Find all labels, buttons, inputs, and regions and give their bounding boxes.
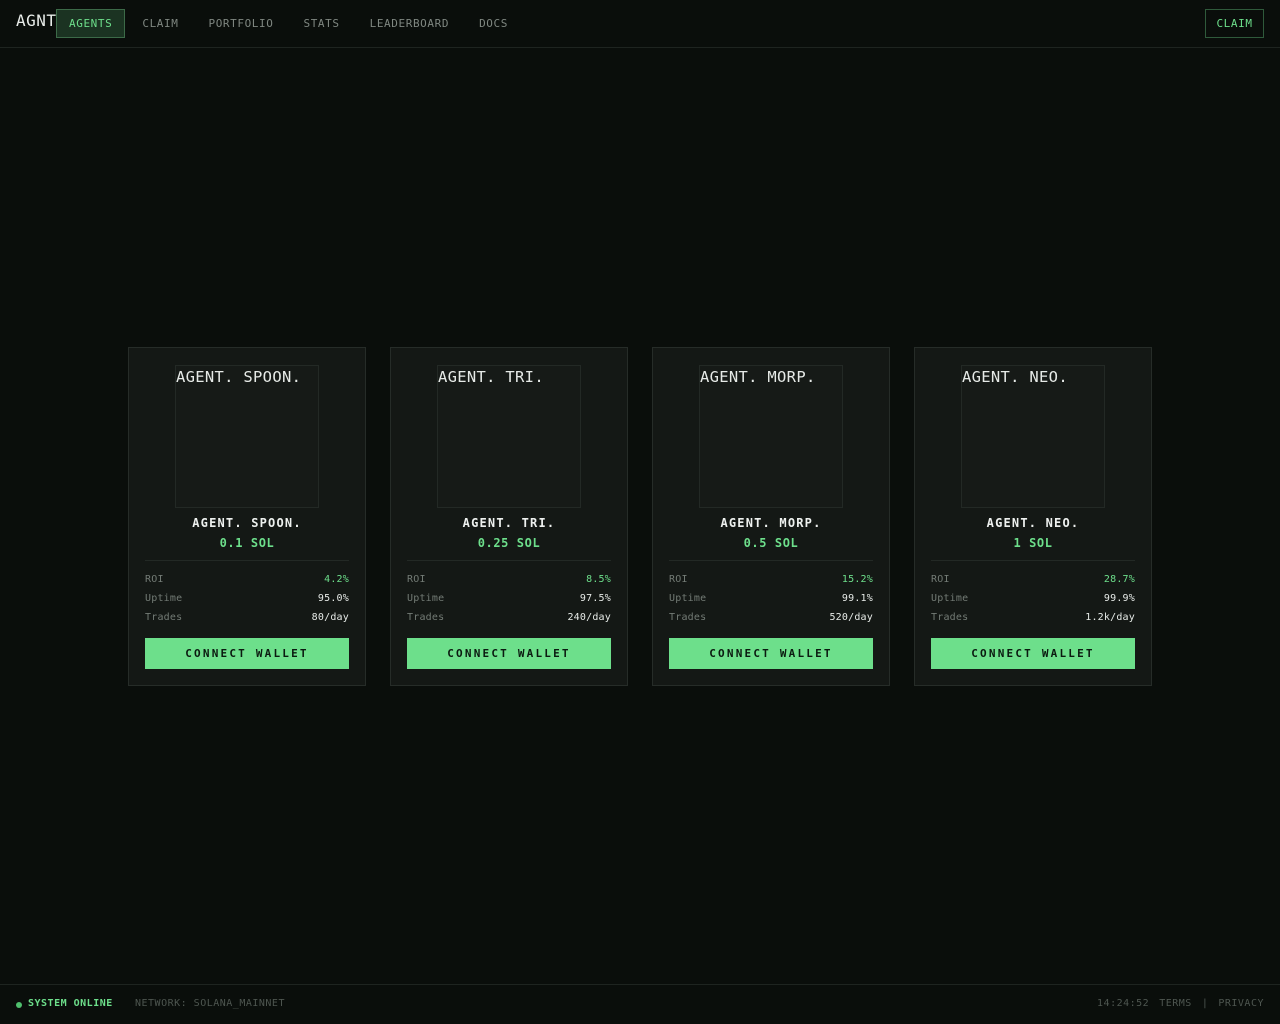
clock: 14:24:52 [1097,998,1150,1009]
header-claim-button[interactable]: CLAIM [1205,9,1264,38]
agent-avatar-label: AGENT. SPOON. [176,368,302,386]
stat-label: ROI [931,574,950,585]
stat-label: Trades [407,612,445,623]
stat-label: Uptime [145,593,183,604]
stat-value: 520/day [829,612,873,623]
agent-card-tri: AGENT. TRI. AGENT. TRI. 0.25 SOL ROI 8.5… [390,347,628,686]
agent-name: AGENT. NEO. [986,516,1080,530]
footer-separator: | [1201,998,1209,1009]
stat-row-roi: ROI 8.5% [407,574,611,593]
stat-value: 240/day [567,612,611,623]
agent-name: AGENT. SPOON. [192,516,302,530]
connect-wallet-button[interactable]: CONNECT WALLET [931,638,1135,669]
footer-right: 14:24:52 TERMS | PRIVACY [1087,998,1264,1009]
system-status: SYSTEM ONLINE [28,998,113,1009]
nav-tab-agents[interactable]: AGENTS [56,9,126,38]
agent-avatar-label: AGENT. NEO. [962,368,1068,386]
nav-tab-leaderboard[interactable]: LEADERBOARD [357,9,462,38]
privacy-link[interactable]: PRIVACY [1218,998,1264,1009]
stat-value: 28.7% [1103,574,1135,585]
agent-name: AGENT. TRI. [462,516,556,530]
logo[interactable]: AGNT [16,11,57,30]
agent-card-neo: AGENT. NEO. AGENT. NEO. 1 SOL ROI 28.7% … [914,347,1152,686]
connect-wallet-button[interactable]: CONNECT WALLET [669,638,873,669]
agent-card-spoon: AGENT. SPOON. AGENT. SPOON. 0.1 SOL ROI … [128,347,366,686]
agent-avatar: AGENT. TRI. [437,365,581,508]
stat-row-trades: Trades 1.2k/day [931,612,1135,631]
agent-stats: ROI 4.2% Uptime 95.0% Trades 80/day [145,574,349,631]
nav-tab-claim[interactable]: CLAIM [129,9,191,38]
stat-row-uptime: Uptime 97.5% [407,593,611,612]
stat-row-trades: Trades 520/day [669,612,873,631]
stat-value: 8.5% [586,574,611,585]
agent-avatar-label: AGENT. MORP. [700,368,816,386]
stat-label: ROI [669,574,688,585]
agent-price: 0.5 SOL [743,536,799,550]
stat-label: Uptime [407,593,445,604]
agent-price: 1 SOL [1013,536,1053,550]
stat-label: Trades [669,612,707,623]
stat-label: Uptime [931,593,969,604]
stat-label: Trades [931,612,969,623]
connect-wallet-button[interactable]: CONNECT WALLET [407,638,611,669]
stat-row-roi: ROI 4.2% [145,574,349,593]
stat-row-roi: ROI 28.7% [931,574,1135,593]
agent-price: 0.25 SOL [477,536,541,550]
connect-wallet-button[interactable]: CONNECT WALLET [145,638,349,669]
stat-label: Trades [145,612,183,623]
agent-stats: ROI 15.2% Uptime 99.1% Trades 520/day [669,574,873,631]
stat-value: 15.2% [841,574,873,585]
terms-link[interactable]: TERMS [1159,998,1192,1009]
stat-value: 97.5% [579,593,611,604]
card-divider [145,560,349,561]
stat-row-trades: Trades 240/day [407,612,611,631]
agent-stats: ROI 8.5% Uptime 97.5% Trades 240/day [407,574,611,631]
network-label: NETWORK: SOLANA_MAINNET [135,998,285,1009]
agent-card-morp: AGENT. MORP. AGENT. MORP. 0.5 SOL ROI 15… [652,347,890,686]
card-divider [407,560,611,561]
status-dot-icon [16,1002,22,1008]
stat-row-uptime: Uptime 95.0% [145,593,349,612]
stat-value: 99.9% [1103,593,1135,604]
stat-row-uptime: Uptime 99.1% [669,593,873,612]
card-divider [669,560,873,561]
stat-row-uptime: Uptime 99.9% [931,593,1135,612]
stat-label: ROI [407,574,426,585]
agent-cards: AGENT. SPOON. AGENT. SPOON. 0.1 SOL ROI … [128,347,1152,686]
nav-tab-portfolio[interactable]: PORTFOLIO [195,9,286,38]
stat-value: 1.2k/day [1085,612,1135,623]
nav-tab-docs[interactable]: DOCS [466,9,521,38]
stat-value: 95.0% [317,593,349,604]
stat-value: 4.2% [324,574,349,585]
stat-row-roi: ROI 15.2% [669,574,873,593]
agent-avatar: AGENT. SPOON. [175,365,319,508]
main-nav: AGENTS CLAIM PORTFOLIO STATS LEADERBOARD… [56,9,525,38]
stat-value: 80/day [311,612,349,623]
agent-avatar-label: AGENT. TRI. [438,368,544,386]
top-navigation-bar: AGNT AGENTS CLAIM PORTFOLIO STATS LEADER… [0,0,1280,48]
agent-price: 0.1 SOL [219,536,275,550]
stat-row-trades: Trades 80/day [145,612,349,631]
agent-avatar: AGENT. NEO. [961,365,1105,508]
stat-value: 99.1% [841,593,873,604]
stat-label: Uptime [669,593,707,604]
agent-avatar: AGENT. MORP. [699,365,843,508]
nav-tab-stats[interactable]: STATS [290,9,352,38]
agent-stats: ROI 28.7% Uptime 99.9% Trades 1.2k/day [931,574,1135,631]
footer-status-bar: SYSTEM ONLINE NETWORK: SOLANA_MAINNET 14… [0,984,1280,1024]
stat-label: ROI [145,574,164,585]
card-divider [931,560,1135,561]
agent-name: AGENT. MORP. [720,516,822,530]
